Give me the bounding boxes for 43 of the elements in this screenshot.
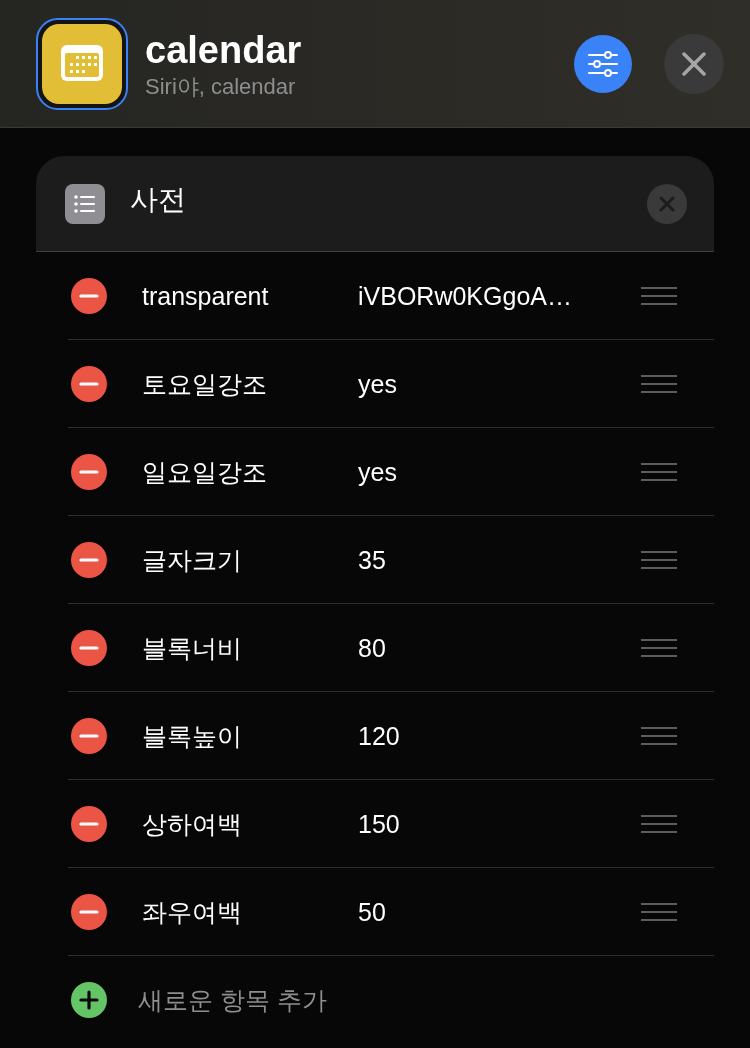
item-value[interactable]: yes: [358, 455, 641, 488]
remove-icon[interactable]: [71, 277, 107, 314]
item-key[interactable]: 토요일강조: [142, 367, 358, 400]
item-key[interactable]: transparent: [142, 279, 358, 312]
item-value[interactable]: 150: [358, 807, 641, 840]
drag-handle-icon[interactable]: [641, 638, 677, 657]
remove-icon[interactable]: [71, 453, 107, 490]
item-key[interactable]: 글자크기: [142, 543, 358, 576]
remove-icon[interactable]: [71, 717, 107, 754]
item-key[interactable]: 블록너비: [142, 631, 358, 664]
drag-handle-icon[interactable]: [641, 286, 677, 305]
close-icon: [682, 51, 706, 76]
close-icon: [659, 195, 675, 212]
item-key[interactable]: 일요일강조: [142, 455, 358, 488]
item-value[interactable]: 50: [358, 895, 641, 928]
item-key[interactable]: 상하여백: [142, 807, 358, 840]
remove-icon[interactable]: [71, 629, 107, 666]
item-value[interactable]: yes: [358, 367, 641, 400]
sliders-icon: [587, 50, 619, 77]
remove-icon[interactable]: [71, 541, 107, 578]
drag-handle-icon[interactable]: [641, 902, 677, 921]
drag-handle-icon[interactable]: [641, 374, 677, 393]
item-key[interactable]: 좌우여백: [142, 895, 358, 928]
settings-button[interactable]: [574, 34, 632, 93]
item-value[interactable]: iVBORw0KGgoA…: [358, 279, 641, 312]
item-value[interactable]: 80: [358, 631, 641, 664]
drag-handle-icon[interactable]: [641, 550, 677, 569]
remove-icon[interactable]: [71, 365, 107, 402]
shortcut-subtitle: Siri야, calendar: [145, 72, 297, 101]
shortcut-title: calendar: [145, 27, 302, 73]
remove-icon[interactable]: [71, 805, 107, 842]
remove-icon[interactable]: [71, 893, 107, 930]
item-key[interactable]: 블록높이: [142, 719, 358, 752]
list-icon: [65, 183, 105, 224]
drag-handle-icon[interactable]: [641, 462, 677, 481]
calendar-icon[interactable]: [36, 17, 128, 110]
add-icon[interactable]: [71, 982, 107, 1018]
drag-handle-icon[interactable]: [641, 726, 677, 745]
item-value[interactable]: 120: [358, 719, 641, 752]
add-item-button[interactable]: 새로운 항목 추가: [138, 984, 327, 1016]
item-value[interactable]: 35: [358, 543, 641, 576]
drag-handle-icon[interactable]: [641, 814, 677, 833]
action-title: 사전: [130, 182, 186, 217]
